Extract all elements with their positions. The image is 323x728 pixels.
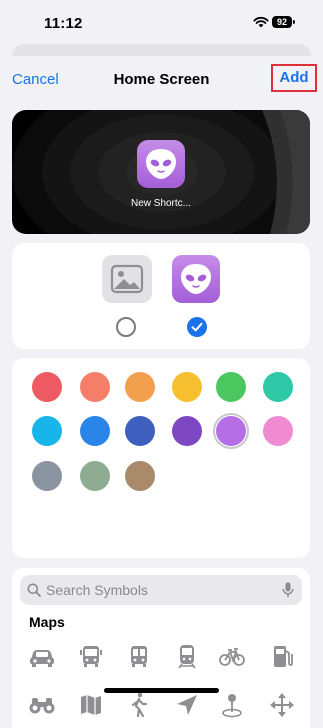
status-bar: 11:12 92: [0, 0, 323, 46]
move-arrows-icon[interactable]: [267, 690, 297, 720]
map-icon[interactable]: [76, 690, 106, 720]
color-swatch[interactable]: [125, 372, 155, 402]
symbols-category-title: Maps: [29, 614, 65, 630]
search-icon: [27, 583, 41, 597]
alien-radio-selected[interactable]: [187, 317, 207, 337]
color-swatch[interactable]: [80, 372, 110, 402]
status-time: 11:12: [44, 15, 83, 32]
checkmark-icon: [191, 322, 203, 332]
map-pin-icon[interactable]: [217, 690, 247, 720]
color-swatch[interactable]: [32, 416, 62, 446]
icon-type-card: [12, 243, 310, 349]
home-indicator: [104, 688, 219, 693]
home-screen-preview: New Shortc...: [12, 110, 310, 234]
app-label: New Shortc...: [130, 198, 192, 209]
color-swatch[interactable]: [32, 461, 62, 491]
color-swatch[interactable]: [263, 416, 293, 446]
color-swatch[interactable]: [80, 461, 110, 491]
home-screen-sheet: Cancel Home Screen Add New Shortc... Sea…: [0, 56, 323, 728]
color-swatch[interactable]: [80, 416, 110, 446]
search-input[interactable]: Search Symbols: [46, 582, 148, 598]
alien-option[interactable]: [172, 255, 220, 303]
color-swatch[interactable]: [216, 416, 246, 446]
location-arrow-icon[interactable]: [172, 690, 202, 720]
nav-bar: Cancel Home Screen Add: [0, 56, 323, 104]
color-swatch[interactable]: [32, 372, 62, 402]
walking-person-icon[interactable]: [124, 690, 154, 720]
alien-icon: [146, 149, 176, 179]
add-button[interactable]: Add: [271, 64, 317, 92]
color-picker-card: [12, 358, 310, 558]
color-swatch[interactable]: [172, 372, 202, 402]
color-swatch[interactable]: [125, 416, 155, 446]
fuel-pump-icon[interactable]: [267, 641, 297, 671]
microphone-icon[interactable]: [282, 582, 294, 598]
bus-front-icon[interactable]: [124, 641, 154, 671]
alien-icon: [181, 264, 211, 294]
photo-icon: [110, 264, 144, 294]
photo-radio[interactable]: [116, 317, 136, 337]
battery-level: 92: [276, 17, 287, 27]
car-icon[interactable]: [27, 641, 57, 671]
wifi-icon: [253, 16, 269, 28]
photo-option[interactable]: [102, 255, 152, 303]
binoculars-icon[interactable]: [27, 690, 57, 720]
app-icon-preview: [137, 140, 185, 188]
tram-icon[interactable]: [172, 641, 202, 671]
symbols-card: Search Symbols Maps: [12, 568, 310, 728]
search-bar[interactable]: Search Symbols: [20, 575, 302, 605]
color-swatch[interactable]: [125, 461, 155, 491]
color-swatch[interactable]: [172, 416, 202, 446]
bus-icon[interactable]: [76, 641, 106, 671]
battery-icon: 92: [272, 16, 295, 28]
color-swatch[interactable]: [216, 372, 246, 402]
bicycle-icon[interactable]: [217, 641, 247, 671]
color-swatch[interactable]: [263, 372, 293, 402]
